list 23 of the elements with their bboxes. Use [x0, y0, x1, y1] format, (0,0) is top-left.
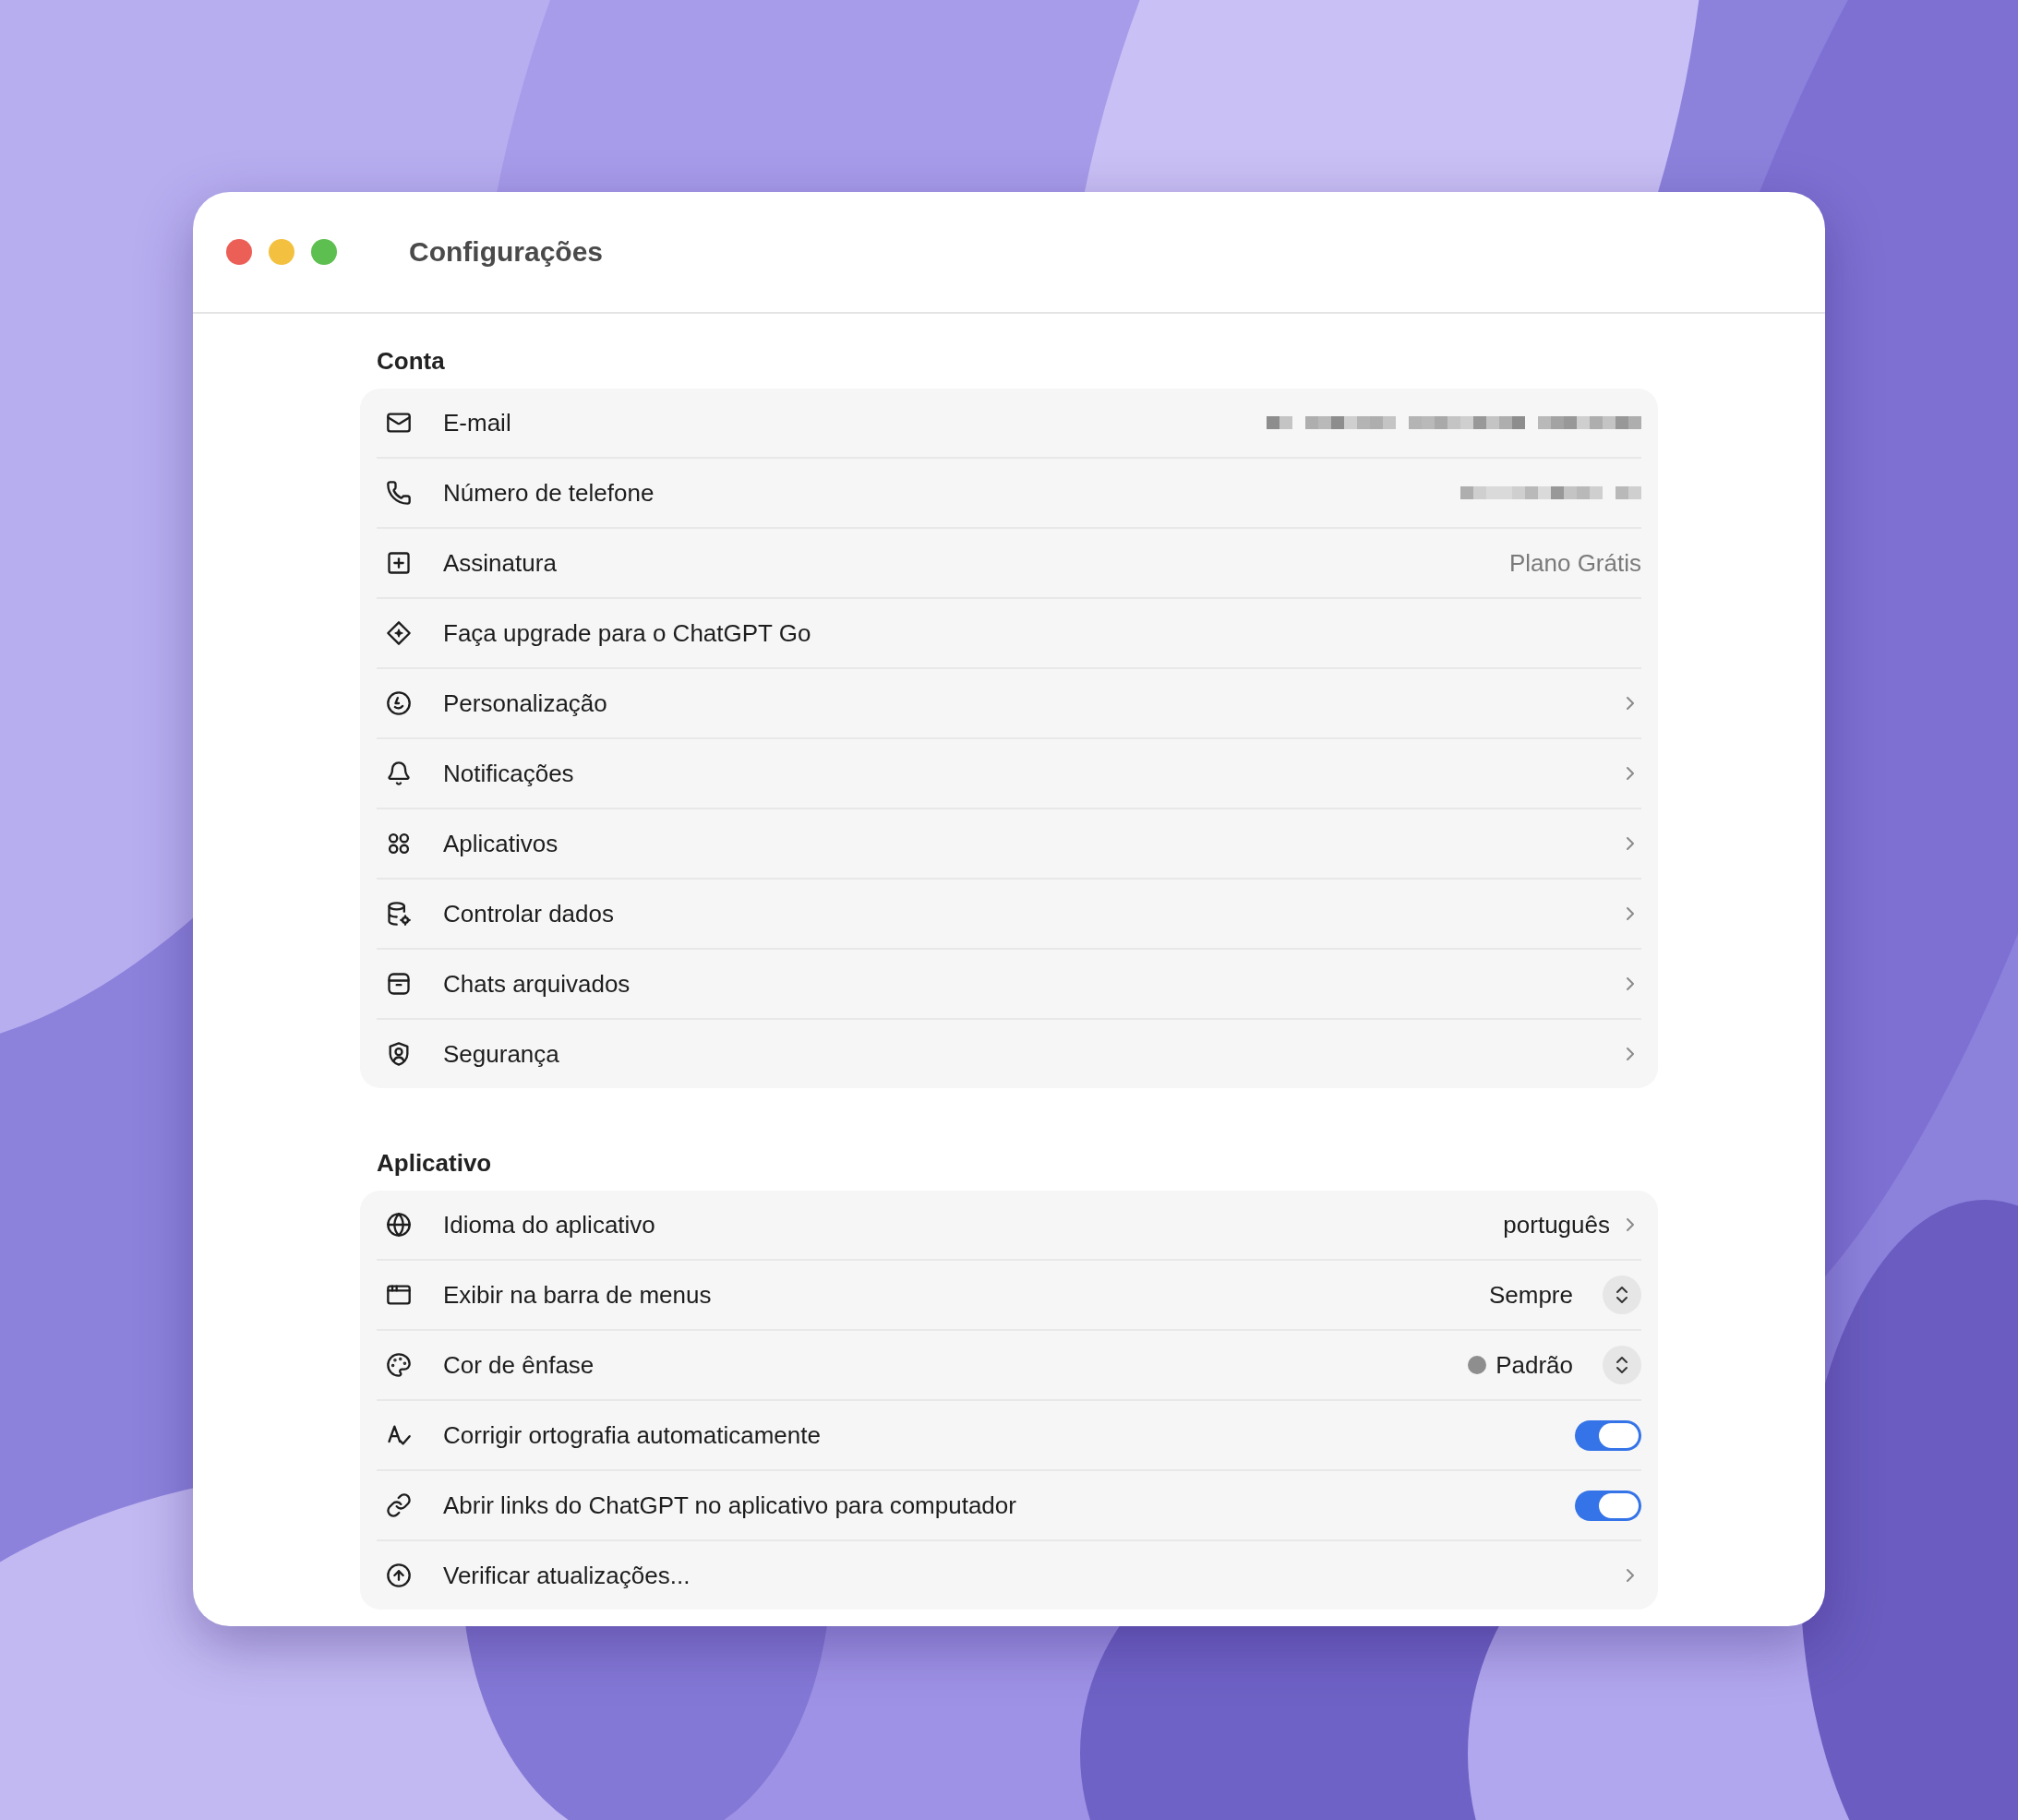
row-value: Sempre: [1488, 1280, 1573, 1310]
row-label: Cor de ênfase: [443, 1350, 595, 1380]
row-label: Abrir links do ChatGPT no aplicativo para computador: [443, 1491, 1017, 1520]
row-label[interactable]: Aplicativos: [443, 829, 1619, 858]
window-title: Configurações: [409, 236, 604, 268]
row-label[interactable]: Chats arquivados: [443, 969, 1619, 999]
row-label: Assinatura: [443, 548, 558, 578]
row-label[interactable]: Segurança: [443, 1039, 1619, 1069]
row-label[interactable]: Faça upgrade para o ChatGPT Go: [443, 618, 1641, 648]
section-title: Conta: [376, 347, 446, 377]
row-label[interactable]: Notificações: [443, 759, 1619, 788]
row-value: português: [1503, 1210, 1610, 1239]
row-label: E-mail: [443, 408, 512, 437]
row-value: Plano Grátis: [1508, 548, 1641, 578]
section-title: Aplicativo: [376, 1149, 493, 1179]
row-label: Exibir na barra de menus: [443, 1280, 713, 1310]
row-value: Padrão: [1495, 1350, 1573, 1380]
row-label: Corrigir ortografia automaticamente: [443, 1420, 822, 1450]
row-label[interactable]: Personalização: [443, 688, 1619, 718]
row-label[interactable]: Idioma do aplicativo: [443, 1210, 1504, 1239]
row-label[interactable]: Controlar dados: [443, 899, 1619, 928]
row-label: Número de telefone: [443, 478, 655, 508]
row-label[interactable]: Verificar atualizações...: [443, 1561, 1619, 1590]
